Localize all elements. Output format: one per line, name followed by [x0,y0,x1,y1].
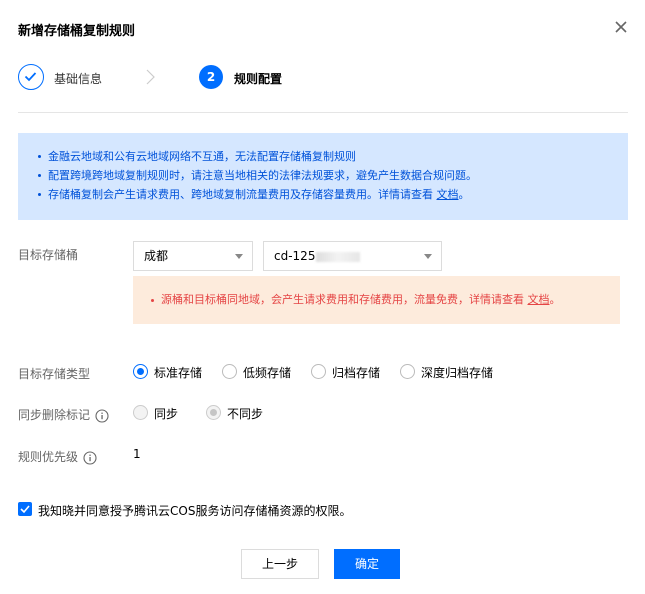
radio-icon [400,364,415,379]
priority-label: 规则优先级 [18,448,97,465]
step-2-number: 2 [199,65,223,89]
radio-icon [222,364,237,379]
warning-text: 源桶和目标桶同地域，会产生请求费用和存储费用，流量免费，详情请查看 [161,293,524,306]
notice-box: 金融云地域和公有云地域网络不互通，无法配置存储桶复制规则 配置跨境跨地域复制规则… [18,133,628,220]
region-select[interactable]: 成都 [133,241,253,271]
radio-label: 归档存储 [332,366,381,380]
step-1-label: 基础信息 [54,72,103,86]
warning-suffix: 。 [549,293,561,306]
radio-icon [133,405,148,420]
bucket-select[interactable]: cd-125 [263,241,442,271]
steps: 基础信息 2 规则配置 [18,64,618,92]
warning-box: 源桶和目标桶同地域，会产生请求费用和存储费用，流量免费，详情请查看 文档。 [133,276,620,324]
radio-label: 不同步 [227,407,264,421]
warning-doc-link[interactable]: 文档 [528,293,550,306]
notice-item-text: 存储桶复制会产生请求费用、跨地域复制流量费用及存储容量费用。详情请查看 [48,188,433,201]
radio-checked-icon [133,364,148,379]
priority-label-text: 规则优先级 [18,450,79,464]
caret-down-icon [424,254,432,259]
agreement-label[interactable]: 我知晓并同意授予腾讯云COS服务访问存储桶资源的权限。 [38,502,351,519]
sync-delete-label-text: 同步删除标记 [18,408,91,422]
sync-delete-label: 同步删除标记 [18,406,109,423]
bucket-select-value: cd-125 [274,249,316,263]
radio-label: 标准存储 [154,366,203,380]
notice-doc-link[interactable]: 文档 [437,188,459,201]
dialog-title: 新增存储桶复制规则 [18,24,136,39]
bullet-icon [151,298,154,302]
close-icon[interactable] [613,19,629,35]
prev-button[interactable]: 上一步 [241,549,319,579]
step-2-label: 规则配置 [234,72,283,86]
radio-label: 同步 [154,407,179,421]
notice-item: 存储桶复制会产生请求费用、跨地域复制流量费用及存储容量费用。详情请查看 文档。 [38,185,612,204]
dialog: 新增存储桶复制规则 基础信息 2 规则配置 金融云地域和公有云地域网络不互通，无… [0,0,645,594]
target-bucket-label: 目标存储桶 [18,248,79,262]
info-icon[interactable] [83,450,97,465]
radio-label: 深度归档存储 [421,366,494,380]
info-icon[interactable] [95,408,109,423]
check-icon [20,505,30,514]
divider [18,112,628,113]
radio-icon [311,364,326,379]
ok-button[interactable]: 确定 [334,549,400,579]
notice-item: 金融云地域和公有云地域网络不互通，无法配置存储桶复制规则 [38,147,612,166]
chevron-right-icon [142,69,158,85]
storage-class-label: 目标存储类型 [18,367,91,381]
radio-label: 低频存储 [243,366,292,380]
priority-value: 1 [133,447,141,461]
region-select-value: 成都 [144,249,169,263]
notice-item: 配置跨境跨地域复制规则时，请注意当地相关的法律法规要求，避免产生数据合规问题。 [38,166,612,185]
masked-text [316,251,361,262]
caret-down-icon [235,254,243,259]
radio-checked-icon [206,405,221,420]
agreement-checkbox[interactable] [18,502,32,516]
check-icon [18,64,44,90]
notice-suffix: 。 [458,188,470,201]
